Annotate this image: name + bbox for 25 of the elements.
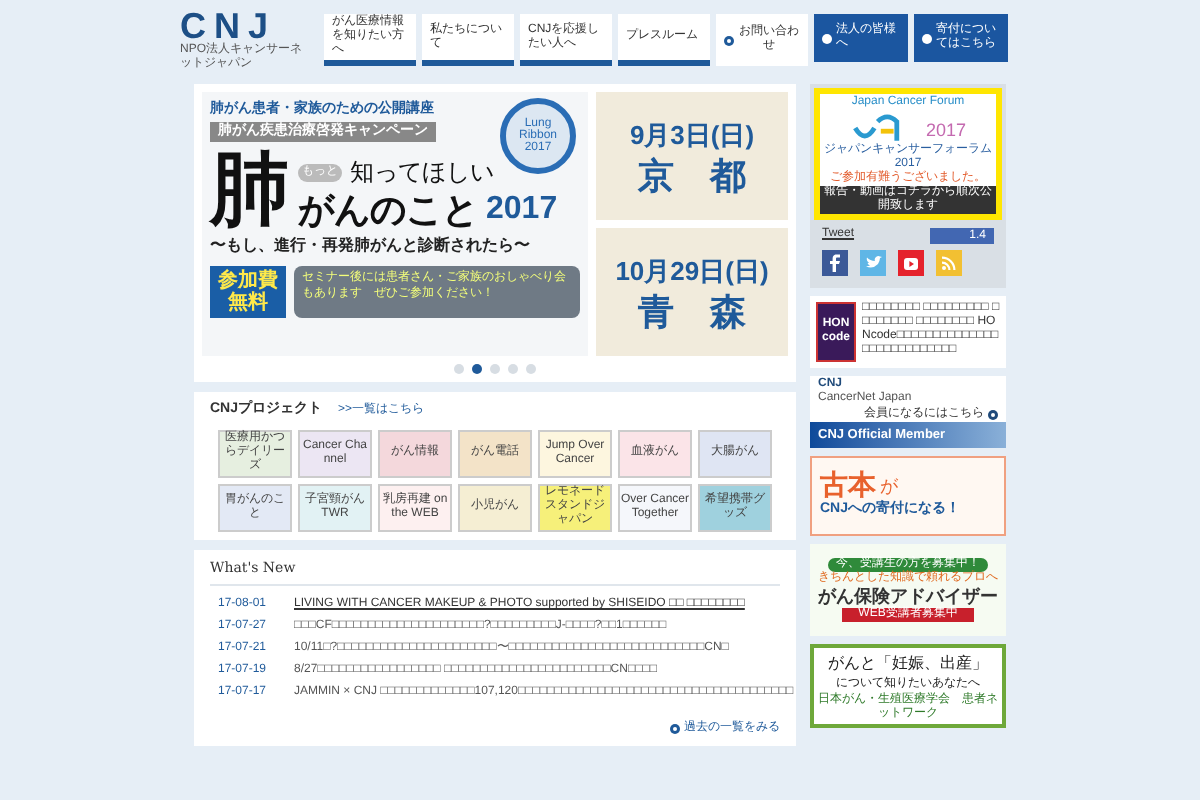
title-text: がんのこと [298,190,478,230]
banner-heading: がん保険アドバイザー [818,586,998,606]
bullet-icon [922,33,932,43]
event-date: 9月3日(日) [629,118,755,155]
logo-mark: CNJ [180,8,277,44]
bullet-icon [724,35,734,45]
event-city: 青 森 [638,291,746,332]
bullet-icon [670,724,680,734]
title-year: 2017 [486,190,558,230]
rss-icon[interactable] [936,250,962,276]
title-character: 肺 [210,150,290,230]
banner-subtitle: 〜もし、進行・再発肺がんと診断されたら〜 [210,234,532,258]
forum-year: 2017 [925,117,967,143]
bullet-icon [988,410,998,420]
free-label: 参加費無料 [210,266,286,318]
video-icon[interactable] [898,250,924,276]
banner-heading: がんと「妊娠、出産」 [828,651,988,675]
facebook-icon[interactable] [822,250,848,276]
title-small: 知ってほしい [350,156,494,190]
event-date: 10月29日(日) [615,254,769,291]
bird-icon[interactable] [860,250,886,276]
bullet-icon [822,33,832,43]
banner-text: が [880,473,898,500]
event-city: 京 都 [638,155,746,196]
banner-heading: 古本 [820,470,876,501]
